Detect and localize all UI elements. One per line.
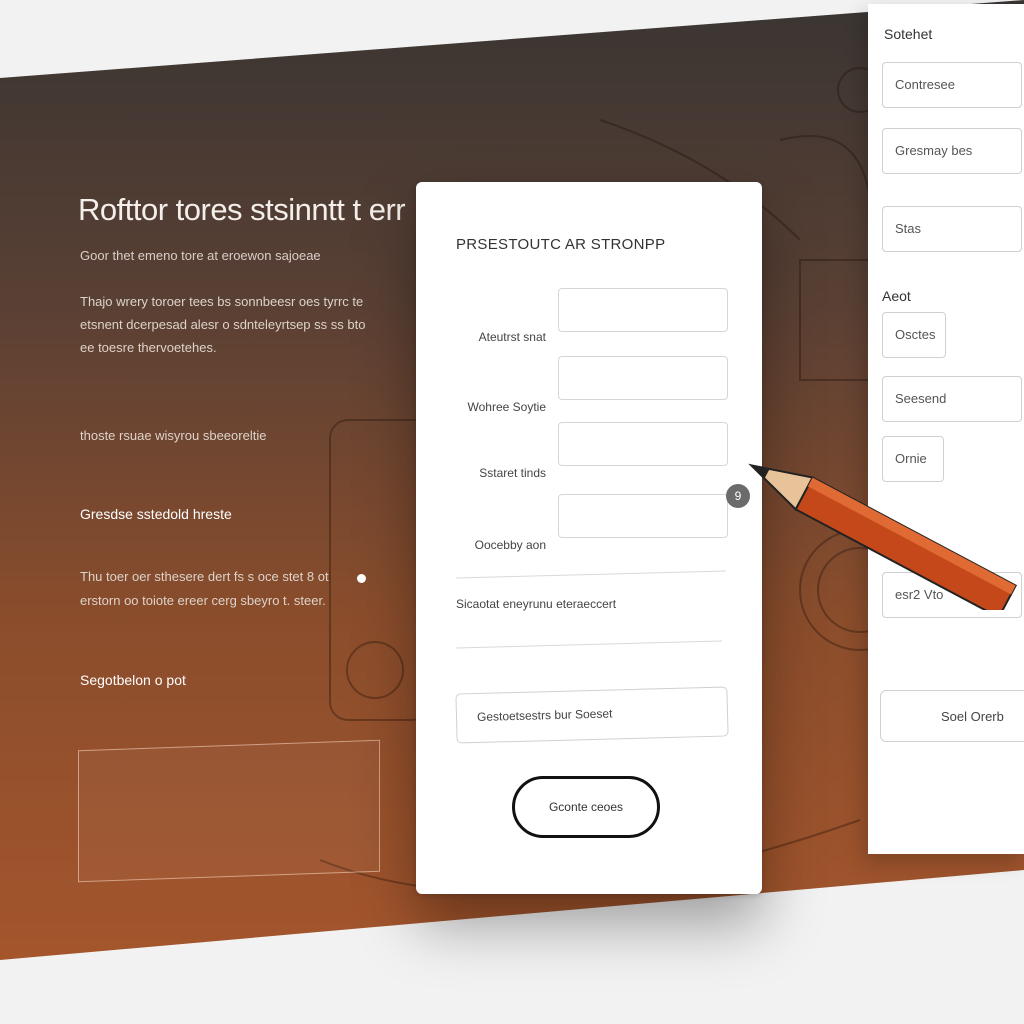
hero-section-heading-2: Segotbelon o pot (80, 672, 186, 688)
field-label: Oocebby aon (474, 538, 546, 552)
pencil-icon (748, 463, 1018, 610)
hero-title: Rofttor tores stsinntt t err (78, 192, 406, 227)
slider-dot[interactable] (357, 574, 366, 583)
hero-section-heading: Gresdse sstedold hreste (80, 506, 232, 522)
side-panel: Sotehet Contresee Gresmay bes Stas Aeot … (868, 4, 1024, 854)
form-card: PRSESTOUTC AR STRONPP Ateutrst snat Wohr… (416, 182, 762, 894)
divider (456, 640, 722, 649)
text-field[interactable] (558, 288, 728, 332)
text-field[interactable] (558, 356, 728, 400)
wide-input[interactable]: Gestoetsestrs bur Soeset (455, 686, 729, 744)
side-input[interactable]: Osctes (882, 312, 946, 358)
wide-input-text: Gestoetsestrs bur Soeset (476, 706, 613, 725)
field-label: Sstaret tinds (479, 466, 546, 480)
side-input[interactable]: Stas (882, 206, 1022, 252)
field-label: Wohree Soytie (467, 400, 547, 414)
text-field[interactable] (558, 422, 728, 466)
hero-line: thoste rsuae wisyrou sbeeoreltie (80, 428, 267, 443)
side-input[interactable]: Contresee (882, 62, 1022, 108)
field-label: Ateutrst snat (478, 330, 546, 344)
side-input[interactable]: Seesend (882, 376, 1022, 422)
side-heading-2: Aeot (882, 288, 911, 304)
form-note: Sicaotat eneyrunu eteraeccert (456, 597, 617, 611)
text-field[interactable] (558, 494, 728, 538)
side-button[interactable]: Soel Orerb (880, 690, 1024, 742)
hero-subtitle: Goor thet emeno tore at eroewon sajoeae (80, 248, 321, 263)
hero-textarea[interactable] (78, 739, 380, 883)
submit-button[interactable]: Gconte ceoes (512, 776, 660, 838)
side-heading: Sotehet (884, 26, 933, 42)
hero-paragraph-2: Thu toer oer sthesere dert fs s oce stet… (80, 569, 329, 608)
side-input[interactable]: Gresmay bes (882, 128, 1022, 174)
divider (456, 570, 726, 579)
form-title: PRSESTOUTC AR STRONPP (456, 236, 666, 253)
hero-paragraph: Thajo wrery toroer tees bs sonnbeesr oes… (80, 294, 366, 355)
